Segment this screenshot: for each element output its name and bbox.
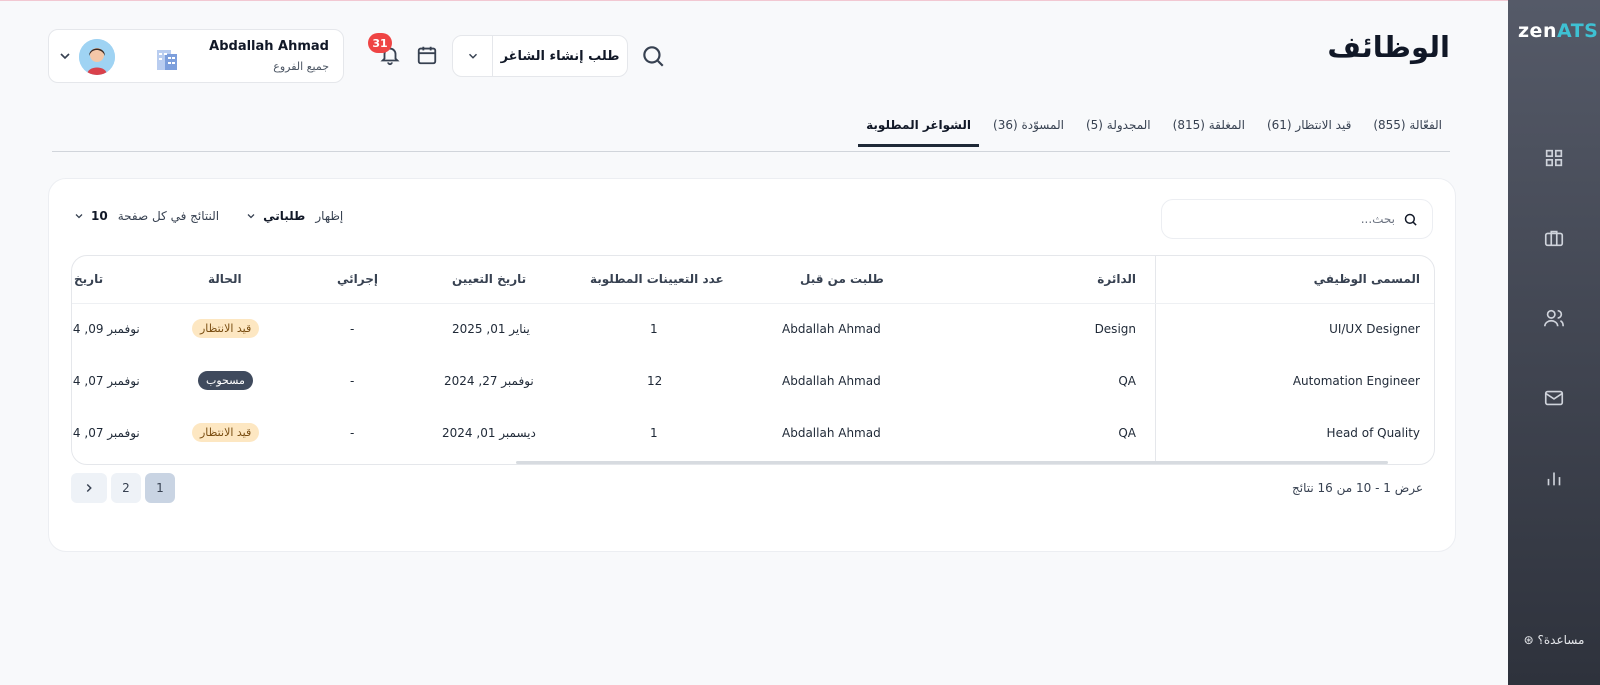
sidebar: zenATS مساعدة؟ ⊛	[1508, 0, 1600, 685]
reports-icon[interactable]	[1542, 466, 1566, 490]
chevron-right-icon	[86, 483, 92, 493]
show-filter-value: طلباتي	[263, 209, 306, 223]
tab-pending[interactable]: قيد الانتظار (61)	[1259, 112, 1359, 144]
user-menu[interactable]: Abdallah Ahmad جميع الفروع	[48, 29, 344, 83]
cell-action[interactable]: -	[350, 426, 354, 440]
dashboard-icon[interactable]	[1542, 146, 1566, 170]
cell-requested-by: Abdallah Ahmad	[782, 426, 881, 440]
cell-required-count: 1	[650, 426, 658, 440]
notification-badge: 31	[368, 33, 392, 53]
main-content: الوظائف طلب إنشاء الشاغر 31 Abdallah Ahm…	[0, 0, 1508, 685]
cell-department: Design	[1094, 322, 1136, 336]
app-logo[interactable]: zenATS	[1518, 20, 1598, 42]
table-row[interactable]: UI/UX Designer Design Abdallah Ahmad 1 ي…	[72, 304, 1434, 356]
show-filter-select[interactable]: طلباتي	[245, 209, 305, 223]
vacancies-card: إظهار طلباتي النتائج في كل صفحة 10 المسم…	[48, 178, 1456, 552]
per-page-select[interactable]: 10	[73, 209, 108, 223]
cell-hire-date: نوفمبر 27, 2024	[444, 374, 534, 388]
tab-closed[interactable]: المغلقة (815)	[1165, 112, 1253, 144]
chevron-down-icon	[468, 53, 477, 59]
next-page-button[interactable]	[71, 473, 107, 503]
col-action: إجرائي	[337, 272, 378, 286]
cell-action[interactable]: -	[350, 322, 354, 336]
show-label: إظهار	[315, 209, 344, 223]
per-page-value: 10	[91, 209, 108, 223]
horizontal-scrollbar[interactable]	[516, 461, 1388, 464]
building-icon	[157, 50, 177, 70]
cell-requested-by: Abdallah Ahmad	[782, 374, 881, 388]
mail-icon[interactable]	[1542, 386, 1566, 410]
cell-requested-by: Abdallah Ahmad	[782, 322, 881, 336]
cell-date: نوفمبر 07, 2024	[72, 426, 140, 440]
cell-hire-date: ديسمبر 01, 2024	[442, 426, 536, 440]
col-department[interactable]: الدائرة	[1097, 272, 1136, 286]
user-name: Abdallah Ahmad	[209, 39, 329, 54]
help-link[interactable]: مساعدة؟ ⊛	[1508, 633, 1600, 647]
search-icon	[1404, 213, 1417, 226]
filters: إظهار طلباتي النتائج في كل صفحة 10	[73, 209, 343, 223]
status-badge: مسحوب	[198, 371, 253, 390]
pagination: 2 1	[71, 473, 175, 503]
vacancies-table: المسمى الوظيفي الدائرة طلبت من قبل عدد ا…	[71, 255, 1435, 465]
col-date[interactable]: تاريخ	[74, 272, 103, 286]
chevron-down-icon	[247, 214, 255, 219]
cell-date: نوفمبر 07, 2024	[72, 374, 140, 388]
col-required-count[interactable]: عدد التعيينات المطلوبة	[590, 272, 724, 286]
tab-scheduled[interactable]: المجدولة (5)	[1078, 112, 1159, 144]
cell-action[interactable]: -	[350, 374, 354, 388]
status-badge: قيد الانتظار	[192, 423, 260, 442]
logo-prefix: zen	[1518, 20, 1557, 42]
cell-hire-date: يناير 01, 2025	[452, 322, 530, 336]
avatar	[79, 39, 115, 75]
briefcase-icon[interactable]	[1542, 226, 1566, 250]
cell-title: Automation Engineer	[1292, 374, 1420, 388]
create-vacancy-dropdown[interactable]	[453, 36, 493, 76]
search-input[interactable]	[1195, 212, 1395, 226]
col-status[interactable]: الحالة	[208, 272, 242, 286]
create-vacancy-group: طلب إنشاء الشاغر	[452, 35, 628, 77]
table-row[interactable]: Head of Quality QA Abdallah Ahmad 1 ديسم…	[72, 408, 1434, 460]
chevron-down-icon	[60, 53, 70, 60]
per-page-label: النتائج في كل صفحة	[117, 209, 220, 223]
help-label: مساعدة؟	[1537, 633, 1585, 647]
col-title[interactable]: المسمى الوظيفي	[1314, 272, 1420, 286]
page-2-button[interactable]: 2	[111, 473, 141, 503]
cell-title: UI/UX Designer	[1329, 322, 1420, 336]
cell-required-count: 12	[647, 374, 663, 388]
cell-department: QA	[1118, 426, 1136, 440]
cell-required-count: 1	[650, 322, 658, 336]
tab-active[interactable]: الفعّالة (855)	[1365, 112, 1450, 144]
table-row[interactable]: Automation Engineer QA Abdallah Ahmad 12…	[72, 356, 1434, 408]
tab-requested-vacancies[interactable]: الشواغر المطلوبة	[858, 112, 980, 147]
search-icon[interactable]	[640, 43, 666, 69]
col-hire-date[interactable]: تاريخ التعيين	[452, 272, 526, 286]
table-header: المسمى الوظيفي الدائرة طلبت من قبل عدد ا…	[72, 256, 1434, 304]
create-vacancy-button[interactable]: طلب إنشاء الشاغر	[493, 49, 627, 64]
calendar-icon[interactable]	[414, 42, 440, 68]
cell-title: Head of Quality	[1326, 426, 1420, 440]
cell-date: نوفمبر 09, 2024	[72, 322, 140, 336]
user-branch: جميع الفروع	[273, 60, 329, 73]
users-icon[interactable]	[1542, 306, 1566, 330]
cell-department: QA	[1118, 374, 1136, 388]
page-1-button[interactable]: 1	[145, 473, 175, 503]
pagination-info: عرض 1 - 10 من 16 نتائج	[1291, 481, 1423, 495]
chevron-down-icon	[75, 214, 83, 219]
logo-suffix: ATS	[1556, 20, 1599, 42]
tab-draft[interactable]: المسوّدة (36)	[985, 112, 1072, 144]
lifebuoy-icon: ⊛	[1523, 633, 1534, 647]
page-title: الوظائف	[1327, 30, 1450, 64]
search-box	[1161, 199, 1433, 239]
tabs: الفعّالة (855) قيد الانتظار (61) المغلقة…	[52, 112, 1450, 152]
status-badge: قيد الانتظار	[192, 319, 260, 338]
col-requested-by[interactable]: طلبت من قبل	[800, 272, 884, 286]
